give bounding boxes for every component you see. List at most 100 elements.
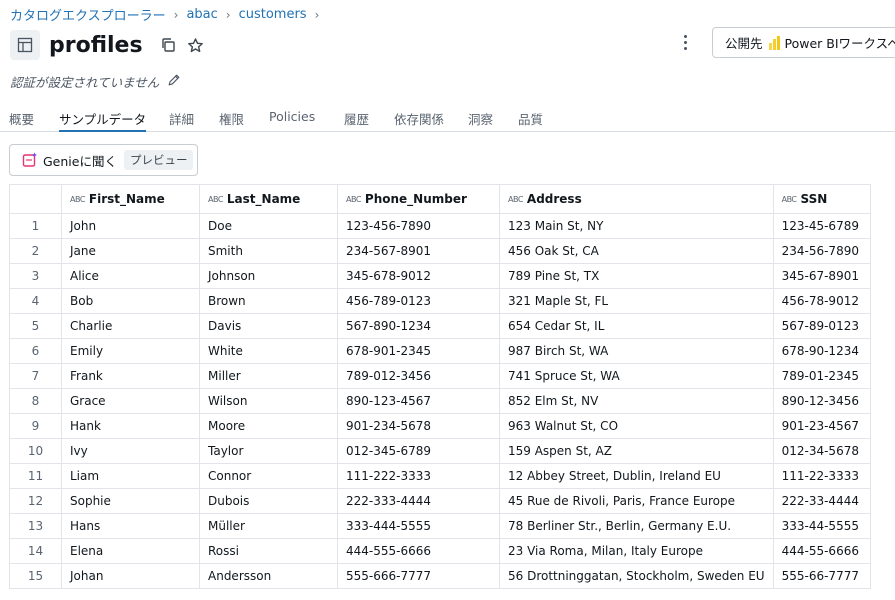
cell-ssn[interactable]: 012-34-5678 — [772, 438, 871, 464]
cell-ssn[interactable]: 678-90-1234 — [772, 338, 871, 364]
cell-first-name[interactable]: Bob — [61, 288, 200, 314]
copy-icon[interactable] — [157, 34, 179, 56]
cell-last-name[interactable]: Davis — [199, 313, 338, 339]
cell-first-name[interactable]: Grace — [61, 388, 200, 414]
table-row[interactable]: 13 Hans Müller 333-444-5555 78 Berliner Str.… — [9, 513, 871, 539]
publish-power-bi-button[interactable]: 公開先 Power BIワークスペ — [712, 27, 895, 58]
cell-address[interactable]: 78 Berliner Str., Berlin, Germany E.U. — [499, 513, 774, 539]
cell-phone-number[interactable]: 123-456-7890 — [337, 213, 500, 239]
cell-ssn[interactable]: 123-45-6789 — [772, 213, 871, 239]
tab-quality[interactable]: 品質 — [518, 109, 543, 131]
kebab-menu-icon[interactable] — [676, 32, 694, 52]
cell-address[interactable]: 23 Via Roma, Milan, Italy Europe — [499, 538, 774, 564]
table-row[interactable]: 7 Frank Miller 789-012-3456 741 Spruce St, W… — [9, 363, 871, 389]
cell-last-name[interactable]: Moore — [199, 413, 338, 439]
cell-ssn[interactable]: 555-66-7777 — [772, 563, 871, 589]
cell-address[interactable]: 789 Pine St, TX — [499, 263, 774, 289]
cell-phone-number[interactable]: 901-234-5678 — [337, 413, 500, 439]
table-row[interactable]: 9 Hank Moore 901-234-5678 963 Walnut St, CO 9… — [9, 413, 871, 439]
cell-last-name[interactable]: Andersson — [199, 563, 338, 589]
cell-phone-number[interactable]: 333-444-5555 — [337, 513, 500, 539]
cell-ssn[interactable]: 901-23-4567 — [772, 413, 871, 439]
cell-first-name[interactable]: Liam — [61, 463, 200, 489]
column-header-ssn[interactable]: ABC SSN — [772, 184, 871, 214]
breadcrumb-catalog-explorer[interactable]: カタログエクスプローラー — [10, 5, 166, 24]
cell-first-name[interactable]: Ivy — [61, 438, 200, 464]
table-row[interactable]: 12 Sophie Dubois 222-333-4444 45 Rue de Rivo… — [9, 488, 871, 514]
table-row[interactable]: 4 Bob Brown 456-789-0123 321 Maple St, FL 456… — [9, 288, 871, 314]
cell-last-name[interactable]: Wilson — [199, 388, 338, 414]
cell-first-name[interactable]: Hans — [61, 513, 200, 539]
cell-first-name[interactable]: Charlie — [61, 313, 200, 339]
cell-last-name[interactable]: Connor — [199, 463, 338, 489]
cell-ssn[interactable]: 333-44-5555 — [772, 513, 871, 539]
cell-phone-number[interactable]: 234-567-8901 — [337, 238, 500, 264]
tab-history[interactable]: 履歴 — [344, 109, 369, 131]
cell-address[interactable]: 852 Elm St, NV — [499, 388, 774, 414]
cell-ssn[interactable]: 456-78-9012 — [772, 288, 871, 314]
cell-phone-number[interactable]: 678-901-2345 — [337, 338, 500, 364]
cell-phone-number[interactable]: 555-666-7777 — [337, 563, 500, 589]
cell-last-name[interactable]: Dubois — [199, 488, 338, 514]
cell-ssn[interactable]: 567-89-0123 — [772, 313, 871, 339]
table-row[interactable]: 3 Alice Johnson 345-678-9012 789 Pine St, TX… — [9, 263, 871, 289]
ask-genie-button[interactable]: Genieに聞く プレビュー — [9, 144, 198, 176]
cell-first-name[interactable]: John — [61, 213, 200, 239]
cell-phone-number[interactable]: 345-678-9012 — [337, 263, 500, 289]
cell-phone-number[interactable]: 567-890-1234 — [337, 313, 500, 339]
column-header-last-name[interactable]: ABC Last_Name — [199, 184, 338, 214]
tab-sample-data[interactable]: サンプルデータ — [59, 109, 147, 132]
table-row[interactable]: 10 Ivy Taylor 012-345-6789 159 Aspen St, AZ 0… — [9, 438, 871, 464]
cell-phone-number[interactable]: 111-222-3333 — [337, 463, 500, 489]
column-header-first-name[interactable]: ABC First_Name — [61, 184, 200, 214]
cell-ssn[interactable]: 234-56-7890 — [772, 238, 871, 264]
tab-policies[interactable]: Policies — [269, 109, 315, 131]
cell-phone-number[interactable]: 789-012-3456 — [337, 363, 500, 389]
cell-last-name[interactable]: Rossi — [199, 538, 338, 564]
cell-ssn[interactable]: 444-55-6666 — [772, 538, 871, 564]
cell-address[interactable]: 741 Spruce St, WA — [499, 363, 774, 389]
cell-last-name[interactable]: Smith — [199, 238, 338, 264]
table-row[interactable]: 15 Johan Andersson 555-666-7777 56 Drottning… — [9, 563, 871, 589]
cell-address[interactable]: 159 Aspen St, AZ — [499, 438, 774, 464]
table-row[interactable]: 11 Liam Connor 111-222-3333 12 Abbey Street,… — [9, 463, 871, 489]
tab-permissions[interactable]: 権限 — [219, 109, 244, 131]
cell-phone-number[interactable]: 012-345-6789 — [337, 438, 500, 464]
cell-first-name[interactable]: Sophie — [61, 488, 200, 514]
cell-address[interactable]: 456 Oak St, CA — [499, 238, 774, 264]
cell-ssn[interactable]: 789-01-2345 — [772, 363, 871, 389]
cell-first-name[interactable]: Emily — [61, 338, 200, 364]
cell-first-name[interactable]: Hank — [61, 413, 200, 439]
table-row[interactable]: 8 Grace Wilson 890-123-4567 852 Elm St, NV 89… — [9, 388, 871, 414]
cell-last-name[interactable]: Taylor — [199, 438, 338, 464]
cell-phone-number[interactable]: 456-789-0123 — [337, 288, 500, 314]
cell-first-name[interactable]: Frank — [61, 363, 200, 389]
cell-last-name[interactable]: Doe — [199, 213, 338, 239]
column-header-phone-number[interactable]: ABC Phone_Number — [337, 184, 500, 214]
cell-ssn[interactable]: 890-12-3456 — [772, 388, 871, 414]
cell-address[interactable]: 963 Walnut St, CO — [499, 413, 774, 439]
cell-last-name[interactable]: Johnson — [199, 263, 338, 289]
table-row[interactable]: 6 Emily White 678-901-2345 987 Birch St, WA 6… — [9, 338, 871, 364]
cell-address[interactable]: 12 Abbey Street, Dublin, Ireland EU — [499, 463, 774, 489]
cell-address[interactable]: 321 Maple St, FL — [499, 288, 774, 314]
tab-overview[interactable]: 概要 — [9, 109, 34, 131]
cell-first-name[interactable]: Jane — [61, 238, 200, 264]
breadcrumb-schema[interactable]: customers — [239, 7, 307, 22]
cell-ssn[interactable]: 345-67-8901 — [772, 263, 871, 289]
cell-last-name[interactable]: Brown — [199, 288, 338, 314]
column-header-address[interactable]: ABC Address — [499, 184, 774, 214]
cell-last-name[interactable]: Miller — [199, 363, 338, 389]
cell-address[interactable]: 45 Rue de Rivoli, Paris, France Europe — [499, 488, 774, 514]
table-row[interactable]: 1 John Doe 123-456-7890 123 Main St, NY 123-4… — [9, 213, 871, 239]
star-outline-icon[interactable] — [185, 34, 207, 56]
cell-address[interactable]: 123 Main St, NY — [499, 213, 774, 239]
table-row[interactable]: 2 Jane Smith 234-567-8901 456 Oak St, CA 234-… — [9, 238, 871, 264]
breadcrumb-catalog[interactable]: abac — [186, 7, 217, 22]
cell-ssn[interactable]: 111-22-3333 — [772, 463, 871, 489]
tab-insights[interactable]: 洞察 — [468, 109, 493, 131]
cell-address[interactable]: 654 Cedar St, IL — [499, 313, 774, 339]
table-row[interactable]: 14 Elena Rossi 444-555-6666 23 Via Roma, Mil… — [9, 538, 871, 564]
cell-phone-number[interactable]: 444-555-6666 — [337, 538, 500, 564]
tab-lineage[interactable]: 依存関係 — [394, 109, 444, 131]
